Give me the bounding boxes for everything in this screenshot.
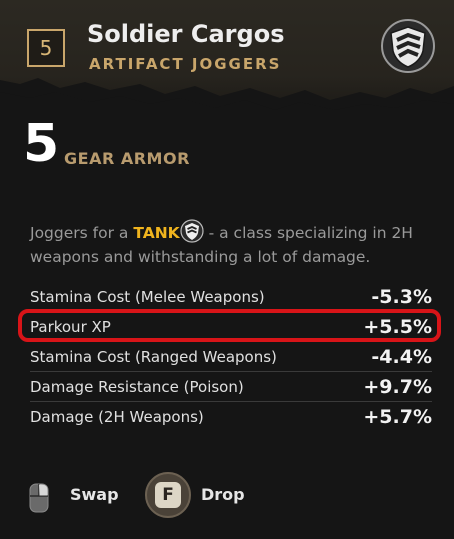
- stat-value: +5.7%: [363, 405, 432, 428]
- stat-row-resistance-poison: Damage Resistance (Poison) +9.7%: [30, 372, 432, 402]
- action-bar: Swap F Drop: [0, 468, 454, 520]
- item-type: ARTIFACT JOGGERS: [89, 55, 282, 73]
- shield-chevron-icon: [381, 19, 435, 73]
- stat-name: Stamina Cost (Melee Weapons): [30, 287, 265, 306]
- item-level-badge: 5: [27, 29, 65, 67]
- stat-row-damage-2h: Damage (2H Weapons) +5.7%: [30, 402, 432, 431]
- item-level: 5: [39, 36, 53, 60]
- item-name: Soldier Cargos: [87, 20, 285, 48]
- mouse-right-click-icon[interactable]: [29, 483, 49, 513]
- tank-class-icon: [180, 219, 204, 243]
- stat-value: -5.3%: [371, 285, 432, 308]
- drop-action-label[interactable]: Drop: [201, 485, 245, 504]
- drop-key-button[interactable]: F: [145, 472, 191, 518]
- stat-value: -4.4%: [371, 345, 432, 368]
- stat-list: Stamina Cost (Melee Weapons) -5.3% Parko…: [30, 282, 432, 431]
- stat-value: +9.7%: [363, 375, 432, 398]
- gear-armor-value: 5: [23, 114, 60, 174]
- stat-row-stamina-ranged: Stamina Cost (Ranged Weapons) -4.4%: [30, 342, 432, 372]
- item-description: Joggers for a TANK - a class specializin…: [30, 219, 430, 269]
- item-tooltip-card: 5 Soldier Cargos ARTIFACT JOGGERS 5 GEAR…: [0, 0, 454, 539]
- torn-edge-decoration: [0, 78, 454, 116]
- description-prefix: Joggers for a: [30, 224, 129, 242]
- highlight-annotation: [18, 309, 441, 342]
- gear-armor-label: GEAR ARMOR: [64, 149, 190, 168]
- stat-name: Damage (2H Weapons): [30, 407, 204, 426]
- stat-row-stamina-melee: Stamina Cost (Melee Weapons) -5.3%: [30, 282, 432, 312]
- stat-name: Stamina Cost (Ranged Weapons): [30, 347, 277, 366]
- f-key-icon: F: [155, 482, 181, 508]
- stat-name: Damage Resistance (Poison): [30, 377, 244, 396]
- swap-action-label[interactable]: Swap: [70, 485, 119, 504]
- class-name-tank: TANK: [133, 224, 180, 242]
- item-header: 5 Soldier Cargos ARTIFACT JOGGERS: [0, 0, 454, 116]
